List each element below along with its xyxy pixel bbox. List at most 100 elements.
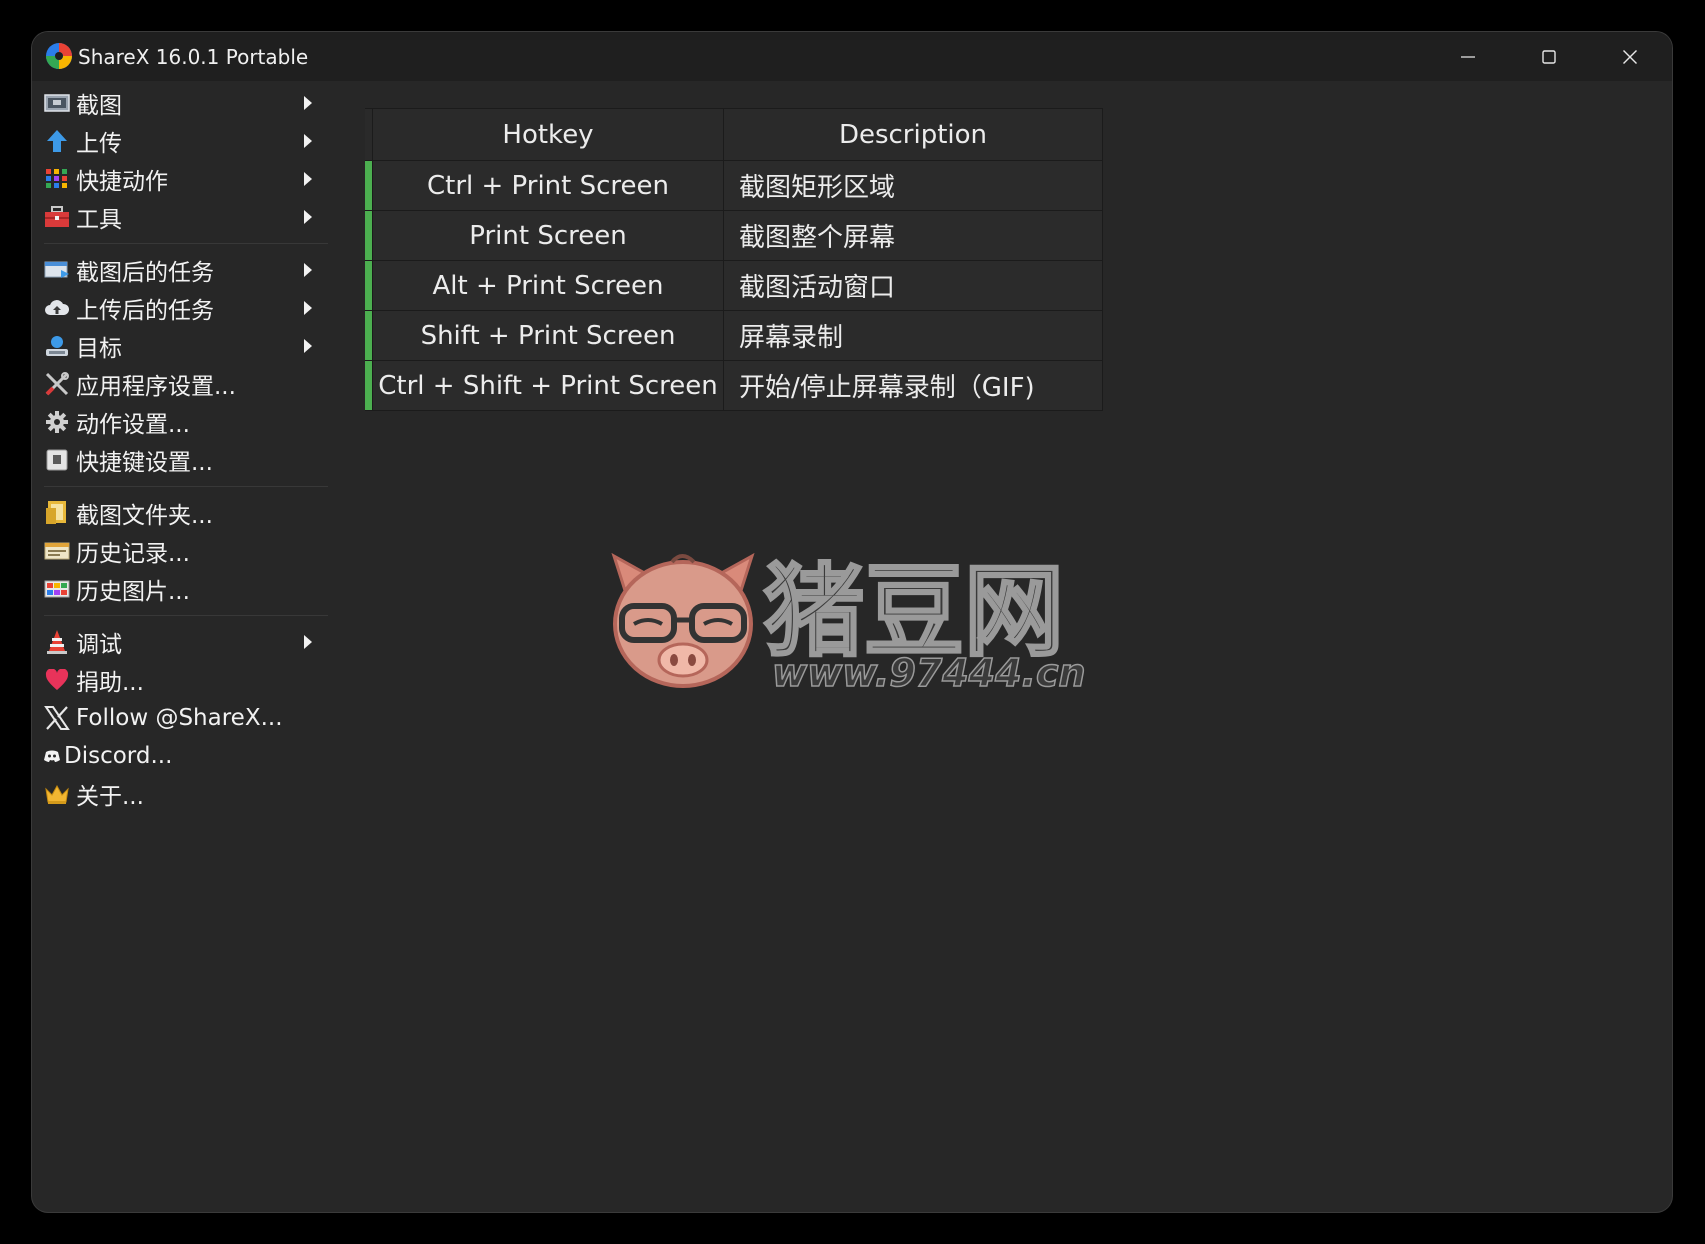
menu-label: 动作设置... bbox=[76, 412, 190, 438]
hotkey-table: Hotkey Description Ctrl + Print Screen 截… bbox=[365, 108, 1103, 411]
menu-label: 截图 bbox=[76, 93, 122, 119]
after-capture-icon bbox=[44, 257, 70, 283]
minimize-button[interactable] bbox=[1428, 32, 1508, 81]
menu-item-after-capture[interactable]: 截图后的任务 bbox=[32, 251, 332, 289]
description-cell: 开始/停止屏幕录制（GIF) bbox=[723, 360, 1103, 411]
menu-item-upload[interactable]: 上传 bbox=[32, 122, 332, 160]
submenu-arrow-icon bbox=[304, 210, 312, 224]
folder-icon bbox=[44, 500, 70, 526]
keyboard-icon bbox=[44, 447, 70, 473]
table-header-row: Hotkey Description bbox=[365, 108, 1103, 161]
toolbox-icon bbox=[44, 204, 70, 230]
discord-icon bbox=[44, 743, 60, 769]
image-history-icon bbox=[44, 576, 70, 602]
menu-label: 历史记录... bbox=[76, 541, 190, 567]
table-row[interactable]: Print Screen 截图整个屏幕 bbox=[365, 210, 1103, 261]
main-menu: 截图 上传 快捷动作 工具 截图后的任务 上传后的任务 目标 应用程序设置...… bbox=[32, 84, 332, 813]
close-button[interactable] bbox=[1590, 32, 1670, 81]
menu-item-workflows[interactable]: 快捷动作 bbox=[32, 160, 332, 198]
table-row[interactable]: Alt + Print Screen 截图活动窗口 bbox=[365, 260, 1103, 311]
maximize-button[interactable] bbox=[1509, 32, 1589, 81]
menu-item-screenshots-folder[interactable]: 截图文件夹... bbox=[32, 494, 332, 532]
submenu-arrow-icon bbox=[304, 301, 312, 315]
submenu-arrow-icon bbox=[304, 134, 312, 148]
destinations-icon bbox=[44, 333, 70, 359]
menu-item-about[interactable]: 关于... bbox=[32, 775, 332, 813]
submenu-arrow-icon bbox=[304, 263, 312, 277]
menu-label: 关于... bbox=[76, 784, 144, 810]
menu-label: 目标 bbox=[76, 336, 122, 362]
after-upload-icon bbox=[44, 295, 70, 321]
menu-item-after-upload[interactable]: 上传后的任务 bbox=[32, 289, 332, 327]
watermark: 猪豆网 www.97444.cn bbox=[602, 536, 1142, 696]
heart-icon bbox=[44, 667, 70, 693]
menu-item-tools[interactable]: 工具 bbox=[32, 198, 332, 236]
menu-label: 截图文件夹... bbox=[76, 503, 213, 529]
description-cell: 截图活动窗口 bbox=[723, 260, 1103, 311]
capture-icon bbox=[44, 90, 70, 116]
title-bar[interactable]: ShareX 16.0.1 Portable bbox=[32, 32, 1672, 81]
table-row[interactable]: Ctrl + Shift + Print Screen 开始/停止屏幕录制（GI… bbox=[365, 360, 1103, 411]
watermark-url: www.97444.cn bbox=[772, 651, 1086, 695]
status-indicator bbox=[365, 260, 373, 311]
column-header-hotkey[interactable]: Hotkey bbox=[372, 108, 724, 161]
debug-icon bbox=[44, 629, 70, 655]
submenu-arrow-icon bbox=[304, 339, 312, 353]
submenu-arrow-icon bbox=[304, 635, 312, 649]
menu-label: 上传后的任务 bbox=[76, 298, 214, 324]
menu-label: 历史图片... bbox=[76, 579, 190, 605]
hotkey-cell: Ctrl + Shift + Print Screen bbox=[372, 360, 724, 411]
menu-item-app-settings[interactable]: 应用程序设置... bbox=[32, 365, 332, 403]
description-cell: 截图矩形区域 bbox=[723, 160, 1103, 211]
status-column-header bbox=[365, 108, 373, 161]
upload-icon bbox=[44, 128, 70, 154]
menu-item-history[interactable]: 历史记录... bbox=[32, 532, 332, 570]
menu-item-destinations[interactable]: 目标 bbox=[32, 327, 332, 365]
menu-label: 工具 bbox=[76, 207, 122, 233]
menu-item-follow-x[interactable]: Follow @ShareX... bbox=[32, 699, 332, 737]
menu-label: 捐助... bbox=[76, 670, 144, 696]
history-icon bbox=[44, 538, 70, 564]
column-header-description[interactable]: Description bbox=[723, 108, 1103, 161]
submenu-arrow-icon bbox=[304, 96, 312, 110]
menu-item-capture[interactable]: 截图 bbox=[32, 84, 332, 122]
menu-item-hotkey-settings[interactable]: 快捷键设置... bbox=[32, 441, 332, 479]
submenu-arrow-icon bbox=[304, 172, 312, 186]
minimize-icon bbox=[1461, 55, 1475, 58]
menu-item-task-settings[interactable]: 动作设置... bbox=[32, 403, 332, 441]
sharex-logo-icon bbox=[46, 43, 72, 69]
menu-label: 快捷键设置... bbox=[76, 450, 213, 476]
hotkey-cell: Shift + Print Screen bbox=[372, 310, 724, 361]
menu-item-debug[interactable]: 调试 bbox=[32, 623, 332, 661]
status-indicator bbox=[365, 310, 373, 361]
menu-label: 快捷动作 bbox=[76, 169, 168, 195]
menu-separator bbox=[44, 615, 328, 616]
sharex-window: ShareX 16.0.1 Portable 截图 上传 快捷动作 工具 截图后… bbox=[32, 32, 1672, 1212]
table-row[interactable]: Ctrl + Print Screen 截图矩形区域 bbox=[365, 160, 1103, 211]
description-cell: 屏幕录制 bbox=[723, 310, 1103, 361]
window-title: ShareX 16.0.1 Portable bbox=[78, 45, 309, 69]
status-indicator bbox=[365, 160, 373, 211]
status-indicator bbox=[365, 210, 373, 261]
menu-label: Discord... bbox=[64, 743, 173, 769]
app-settings-icon bbox=[44, 371, 70, 397]
crown-icon bbox=[44, 781, 70, 807]
menu-separator bbox=[44, 243, 328, 244]
menu-label: 调试 bbox=[76, 632, 122, 658]
menu-label: Follow @ShareX... bbox=[76, 705, 283, 731]
close-icon bbox=[1623, 49, 1637, 64]
workflows-icon bbox=[44, 166, 70, 192]
pig-mascot-icon: 猪豆网 www.97444.cn bbox=[611, 552, 1086, 696]
gear-icon bbox=[44, 409, 70, 435]
hotkey-cell: Print Screen bbox=[372, 210, 724, 261]
hotkey-cell: Alt + Print Screen bbox=[372, 260, 724, 311]
menu-label: 上传 bbox=[76, 131, 122, 157]
x-logo-icon bbox=[44, 705, 70, 731]
table-row[interactable]: Shift + Print Screen 屏幕录制 bbox=[365, 310, 1103, 361]
hotkey-cell: Ctrl + Print Screen bbox=[372, 160, 724, 211]
menu-item-discord[interactable]: Discord... bbox=[32, 737, 332, 775]
menu-item-donate[interactable]: 捐助... bbox=[32, 661, 332, 699]
menu-item-image-history[interactable]: 历史图片... bbox=[32, 570, 332, 608]
maximize-icon bbox=[1542, 49, 1556, 64]
description-cell: 截图整个屏幕 bbox=[723, 210, 1103, 261]
